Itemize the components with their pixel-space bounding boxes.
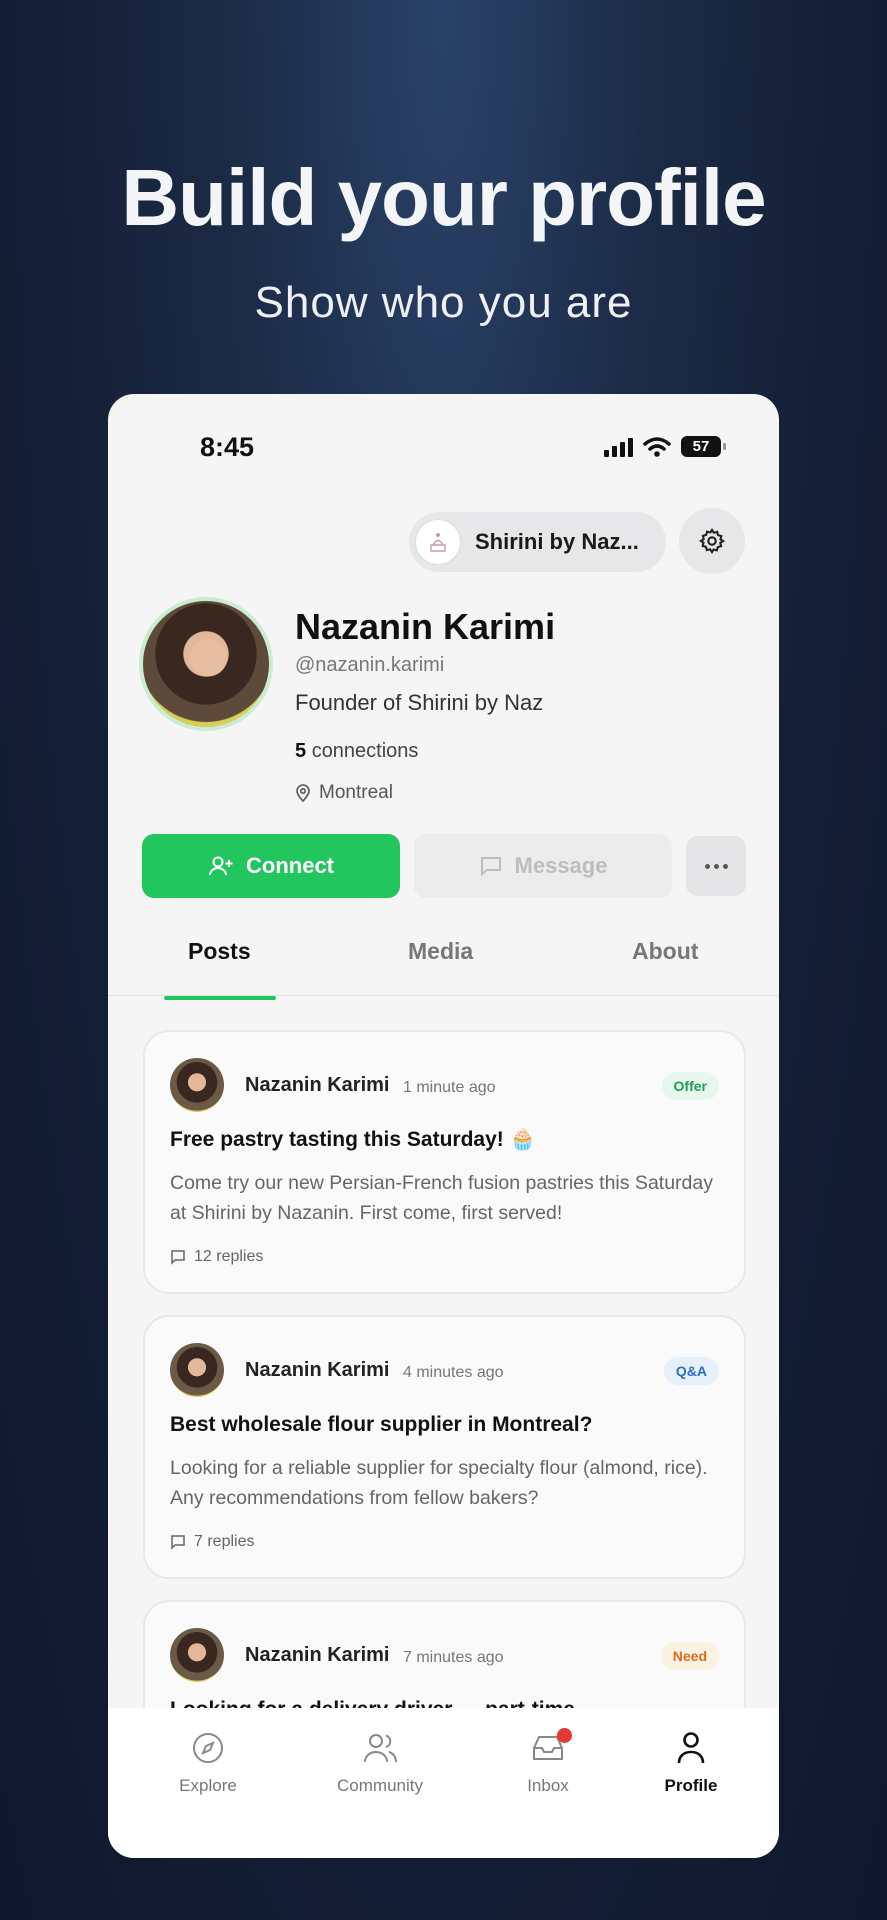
post-author: Nazanin Karimi bbox=[245, 1074, 390, 1096]
replies-count: 12 replies bbox=[194, 1248, 264, 1265]
business-logo bbox=[415, 519, 461, 565]
profile-bio: Founder of Shirini by Naz bbox=[295, 690, 544, 715]
more-dot bbox=[713, 863, 719, 869]
post-badge: Q&A bbox=[663, 1357, 719, 1385]
comment-icon bbox=[171, 1250, 185, 1265]
profile-icon bbox=[677, 1732, 705, 1764]
tab-media[interactable]: Media bbox=[408, 938, 473, 965]
nav-label: Inbox bbox=[527, 1776, 569, 1795]
message-button[interactable]: Message bbox=[414, 834, 672, 898]
message-label: Message bbox=[514, 853, 608, 878]
nav-explore[interactable]: Explore bbox=[133, 1726, 283, 1796]
post-author: Nazanin Karimi bbox=[245, 1644, 390, 1666]
post-time: 4 minutes ago bbox=[403, 1364, 504, 1381]
compass-icon bbox=[193, 1733, 223, 1763]
signal-icon bbox=[604, 437, 633, 457]
profile-tabs: Posts Media About bbox=[108, 924, 779, 996]
post-body: Looking for a reliable supplier for spec… bbox=[170, 1457, 708, 1509]
gear-icon bbox=[698, 527, 726, 555]
location-pin-icon bbox=[296, 784, 310, 802]
posts-feed: Nazanin Karimi 1 minute ago Offer Free p… bbox=[143, 1030, 746, 1731]
battery-icon: 57 bbox=[681, 436, 726, 457]
nav-inbox[interactable]: Inbox bbox=[473, 1726, 623, 1796]
business-name: Shirini by Naz... bbox=[475, 529, 639, 554]
profile-location: Montreal bbox=[295, 782, 393, 804]
users-icon bbox=[364, 1734, 397, 1763]
profile-handle: @nazanin.karimi bbox=[295, 654, 445, 676]
post-replies[interactable]: 12 replies bbox=[170, 1248, 263, 1266]
post-card[interactable]: Nazanin Karimi 4 minutes ago Q&A Best wh… bbox=[143, 1315, 746, 1579]
location-text: Montreal bbox=[319, 782, 393, 803]
post-badge: Need bbox=[660, 1642, 719, 1670]
profile-name: Nazanin Karimi bbox=[295, 606, 556, 647]
replies-count: 7 replies bbox=[194, 1533, 255, 1550]
post-title: Best wholesale flour supplier in Montrea… bbox=[170, 1413, 593, 1436]
post-replies[interactable]: 7 replies bbox=[170, 1533, 254, 1551]
profile-avatar bbox=[139, 597, 273, 731]
post-avatar bbox=[170, 1343, 224, 1397]
headline: Build your profile bbox=[121, 153, 766, 242]
nav-community[interactable]: Community bbox=[305, 1726, 455, 1796]
connections-number: 5 bbox=[295, 740, 307, 762]
post-body: Come try our new Persian-French fusion p… bbox=[170, 1172, 713, 1224]
connect-button[interactable]: Connect bbox=[142, 834, 400, 898]
connect-label: Connect bbox=[246, 853, 334, 878]
post-author: Nazanin Karimi bbox=[245, 1359, 390, 1381]
post-time: 1 minute ago bbox=[403, 1079, 496, 1096]
comment-icon bbox=[171, 1535, 185, 1550]
connections-label: connections bbox=[311, 740, 419, 762]
message-icon bbox=[480, 857, 501, 877]
nav-profile[interactable]: Profile bbox=[616, 1726, 766, 1796]
active-tab-indicator bbox=[164, 996, 276, 1000]
status-icons: 57 bbox=[604, 436, 726, 457]
post-card[interactable]: Nazanin Karimi 1 minute ago Offer Free p… bbox=[143, 1030, 746, 1294]
wifi-icon bbox=[643, 436, 671, 457]
notification-dot bbox=[557, 1728, 572, 1743]
settings-button[interactable] bbox=[679, 508, 745, 574]
tab-about[interactable]: About bbox=[632, 938, 698, 965]
nav-label: Explore bbox=[179, 1776, 237, 1795]
add-user-icon bbox=[209, 856, 233, 876]
post-avatar bbox=[170, 1628, 224, 1682]
post-avatar bbox=[170, 1058, 224, 1112]
post-card[interactable]: Nazanin Karimi 7 minutes ago Need Lookin… bbox=[143, 1600, 746, 1710]
nav-label: Community bbox=[337, 1776, 423, 1795]
post-title: Free pastry tasting this Saturday! 🧁 bbox=[170, 1128, 536, 1151]
bottom-nav: Explore Community Inbox Profile bbox=[108, 1708, 779, 1858]
status-time: 8:45 bbox=[200, 432, 255, 462]
tab-posts[interactable]: Posts bbox=[188, 938, 251, 965]
post-badge: Offer bbox=[661, 1072, 719, 1100]
subheadline: Show who you are bbox=[254, 278, 633, 327]
post-time: 7 minutes ago bbox=[403, 1649, 504, 1666]
phone-frame: 8:45 57 Shirini by Naz... Nazanin Karimi… bbox=[108, 394, 779, 1858]
business-switcher[interactable]: Shirini by Naz... bbox=[409, 512, 666, 572]
more-dot bbox=[704, 863, 710, 869]
more-options-button[interactable] bbox=[686, 836, 746, 896]
more-dot bbox=[722, 863, 728, 869]
nav-label: Profile bbox=[664, 1776, 718, 1795]
connections-count[interactable]: 5 connections bbox=[295, 740, 418, 763]
